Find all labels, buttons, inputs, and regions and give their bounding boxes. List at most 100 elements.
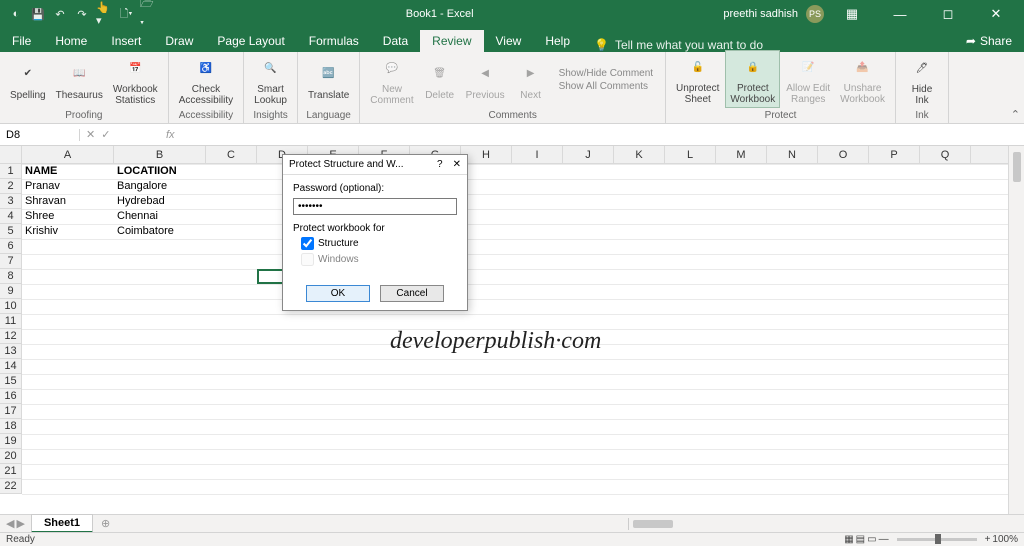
structure-checkbox[interactable] bbox=[301, 237, 314, 250]
cell-b1[interactable]: LOCATIION bbox=[114, 164, 180, 178]
name-box[interactable]: D8 bbox=[0, 129, 80, 141]
cell-a3[interactable]: Shravan bbox=[22, 194, 69, 208]
ok-button[interactable]: OK bbox=[306, 285, 370, 302]
row-header-9[interactable]: 9 bbox=[0, 284, 21, 299]
column-header-o[interactable]: O bbox=[818, 146, 869, 163]
maximize-icon[interactable]: ◻ bbox=[928, 6, 968, 22]
check-accessibility-button[interactable]: ♿Check Accessibility bbox=[175, 52, 237, 108]
row-header-15[interactable]: 15 bbox=[0, 374, 21, 389]
row-header-12[interactable]: 12 bbox=[0, 329, 21, 344]
row-header-6[interactable]: 6 bbox=[0, 239, 21, 254]
close-icon[interactable]: ✕ bbox=[976, 6, 1016, 22]
cell-a1[interactable]: NAME bbox=[22, 164, 60, 178]
user-name[interactable]: preethi sadhish bbox=[723, 8, 798, 20]
sheet-nav-prev-icon[interactable]: ◀ bbox=[6, 517, 14, 530]
share-button[interactable]: ➦ Share bbox=[954, 30, 1024, 52]
unprotect-sheet-button[interactable]: 🔓Unprotect Sheet bbox=[672, 50, 723, 108]
new-comment-button[interactable]: 💬New Comment bbox=[366, 52, 417, 108]
row-header-2[interactable]: 2 bbox=[0, 179, 21, 194]
previous-comment-button[interactable]: ◀Previous bbox=[462, 52, 509, 108]
tab-draw[interactable]: Draw bbox=[153, 30, 205, 52]
spelling-button[interactable]: ✔Spelling bbox=[6, 52, 50, 108]
row-header-14[interactable]: 14 bbox=[0, 359, 21, 374]
tab-page-layout[interactable]: Page Layout bbox=[205, 30, 296, 52]
sheet-tab-sheet1[interactable]: Sheet1 bbox=[31, 514, 93, 533]
select-all-corner[interactable] bbox=[0, 146, 22, 164]
tab-data[interactable]: Data bbox=[371, 30, 420, 52]
dialog-titlebar[interactable]: Protect Structure and W... ? ✕ bbox=[283, 155, 467, 175]
row-header-13[interactable]: 13 bbox=[0, 344, 21, 359]
redo-icon[interactable]: ↷ bbox=[74, 6, 90, 22]
touch-icon[interactable]: 👆▾ bbox=[96, 6, 112, 22]
view-page-break-icon[interactable]: ▭ bbox=[867, 534, 876, 545]
user-avatar[interactable]: PS bbox=[806, 5, 824, 23]
view-page-layout-icon[interactable]: ▤ bbox=[856, 534, 865, 545]
tab-file[interactable]: File bbox=[0, 30, 43, 52]
view-normal-icon[interactable]: ▦ bbox=[844, 534, 853, 545]
column-header-i[interactable]: I bbox=[512, 146, 563, 163]
fx-icon[interactable]: fx bbox=[160, 129, 181, 141]
minimize-icon[interactable]: — bbox=[880, 7, 920, 22]
enter-formula-icon[interactable]: ✓ bbox=[101, 128, 110, 141]
new-icon[interactable]: 🗋▾ bbox=[118, 6, 134, 22]
tab-view[interactable]: View bbox=[484, 30, 534, 52]
column-header-q[interactable]: Q bbox=[920, 146, 971, 163]
zoom-out-icon[interactable]: — bbox=[879, 534, 889, 545]
row-header-22[interactable]: 22 bbox=[0, 479, 21, 494]
column-header-k[interactable]: K bbox=[614, 146, 665, 163]
undo-icon[interactable]: ↶ bbox=[52, 6, 68, 22]
cell-b5[interactable]: Coimbatore bbox=[114, 224, 177, 238]
dialog-help-icon[interactable]: ? bbox=[437, 159, 443, 170]
column-header-c[interactable]: C bbox=[206, 146, 257, 163]
dialog-close-icon[interactable]: ✕ bbox=[453, 159, 461, 170]
cell-a5[interactable]: Krishiv bbox=[22, 224, 61, 238]
cancel-button[interactable]: Cancel bbox=[380, 285, 444, 302]
sheet-nav-next-icon[interactable]: ▶ bbox=[16, 517, 24, 530]
column-header-p[interactable]: P bbox=[869, 146, 920, 163]
zoom-slider[interactable] bbox=[897, 538, 977, 541]
show-hide-comment-button[interactable]: Show/Hide Comment bbox=[559, 68, 653, 79]
column-header-n[interactable]: N bbox=[767, 146, 818, 163]
vertical-scrollbar[interactable] bbox=[1008, 146, 1024, 514]
cell-b2[interactable]: Bangalore bbox=[114, 179, 170, 193]
cell-b3[interactable]: Hydrebad bbox=[114, 194, 168, 208]
column-header-h[interactable]: H bbox=[461, 146, 512, 163]
row-header-5[interactable]: 5 bbox=[0, 224, 21, 239]
allow-edit-ranges-button[interactable]: 📝Allow Edit Ranges bbox=[782, 50, 834, 108]
thesaurus-button[interactable]: 📖Thesaurus bbox=[52, 52, 107, 108]
protect-workbook-button[interactable]: 🔒Protect Workbook bbox=[725, 50, 780, 108]
ribbon-display-icon[interactable]: ▦ bbox=[832, 6, 872, 22]
zoom-level[interactable]: 100% bbox=[992, 534, 1018, 545]
password-input[interactable] bbox=[293, 198, 457, 215]
next-comment-button[interactable]: ▶Next bbox=[511, 52, 551, 108]
collapse-ribbon-icon[interactable]: ⌃ bbox=[1011, 108, 1020, 121]
row-header-8[interactable]: 8 bbox=[0, 269, 21, 284]
row-header-1[interactable]: 1 bbox=[0, 164, 21, 179]
row-header-20[interactable]: 20 bbox=[0, 449, 21, 464]
open-icon[interactable]: 🗁▾ bbox=[140, 6, 156, 22]
cell-a4[interactable]: Shree bbox=[22, 209, 57, 223]
tab-formulas[interactable]: Formulas bbox=[297, 30, 371, 52]
horizontal-scrollbar[interactable] bbox=[628, 518, 1008, 530]
row-header-21[interactable]: 21 bbox=[0, 464, 21, 479]
cancel-formula-icon[interactable]: ✕ bbox=[86, 128, 95, 141]
tab-help[interactable]: Help bbox=[533, 30, 582, 52]
zoom-in-icon[interactable]: + bbox=[985, 534, 991, 545]
row-header-4[interactable]: 4 bbox=[0, 209, 21, 224]
save-icon[interactable]: 💾 bbox=[30, 6, 46, 22]
column-header-a[interactable]: A bbox=[22, 146, 114, 163]
cell-b4[interactable]: Chennai bbox=[114, 209, 161, 223]
row-header-18[interactable]: 18 bbox=[0, 419, 21, 434]
structure-checkbox-row[interactable]: Structure bbox=[301, 237, 457, 250]
hide-ink-button[interactable]: 🖊Hide Ink bbox=[902, 52, 942, 108]
show-all-comments-button[interactable]: Show All Comments bbox=[559, 81, 653, 92]
tab-home[interactable]: Home bbox=[43, 30, 99, 52]
column-header-b[interactable]: B bbox=[114, 146, 206, 163]
smart-lookup-button[interactable]: 🔍Smart Lookup bbox=[250, 52, 291, 108]
column-header-m[interactable]: M bbox=[716, 146, 767, 163]
row-header-3[interactable]: 3 bbox=[0, 194, 21, 209]
unshare-workbook-button[interactable]: 📤Unshare Workbook bbox=[836, 50, 889, 108]
row-header-10[interactable]: 10 bbox=[0, 299, 21, 314]
column-header-j[interactable]: J bbox=[563, 146, 614, 163]
delete-comment-button[interactable]: 🗑Delete bbox=[420, 52, 460, 108]
